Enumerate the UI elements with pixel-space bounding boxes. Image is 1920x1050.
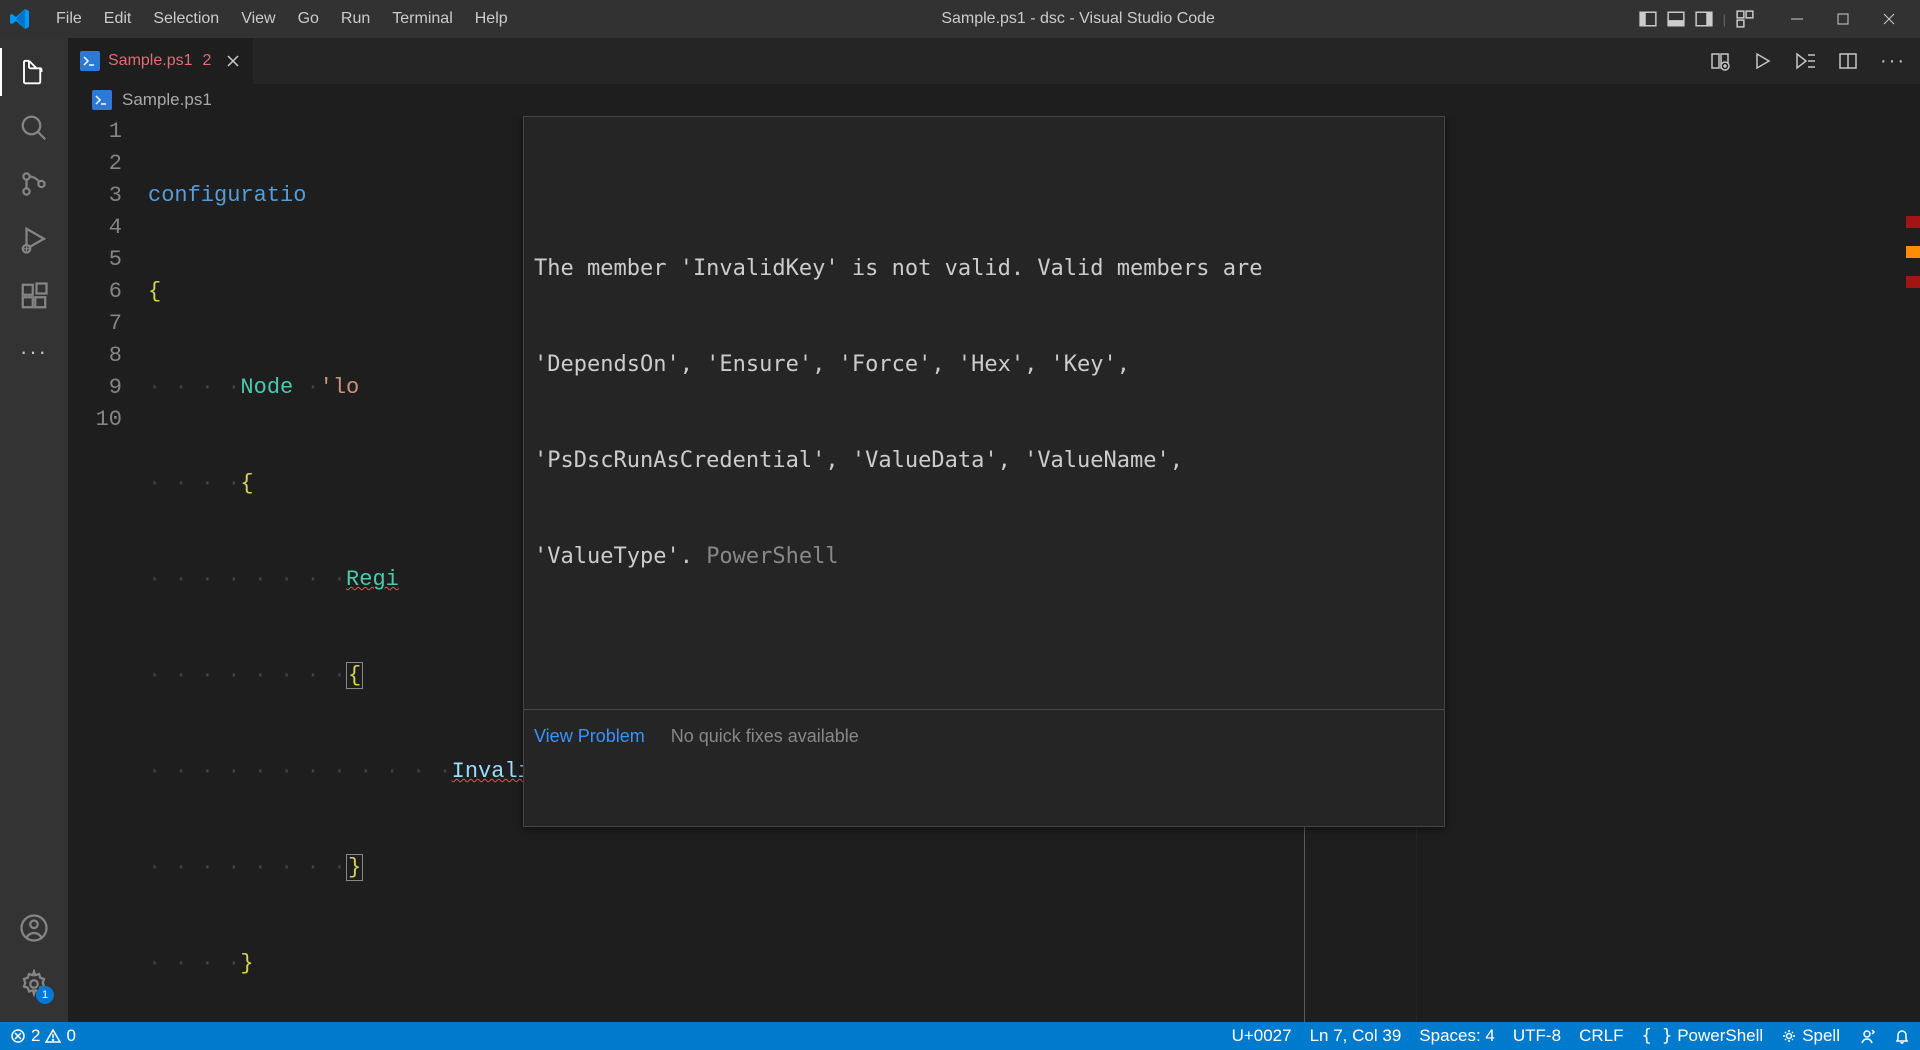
editor-area: Sample.ps1 2 ··· Sample.ps1 xyxy=(68,38,1920,1022)
code-token: { xyxy=(148,279,161,304)
window-title: Sample.ps1 - dsc - Visual Studio Code xyxy=(518,10,1639,28)
extensions-icon[interactable] xyxy=(10,272,58,320)
maximize-button[interactable] xyxy=(1820,0,1866,38)
split-editor-icon[interactable] xyxy=(1838,51,1858,71)
no-fixes-label: No quick fixes available xyxy=(671,720,859,752)
code-token: } xyxy=(346,854,363,881)
accounts-icon[interactable] xyxy=(10,904,58,952)
error-marker[interactable] xyxy=(1906,276,1920,288)
hover-widget: The member 'InvalidKey' is not valid. Va… xyxy=(523,116,1445,827)
hover-message: The member 'InvalidKey' is not valid. Va… xyxy=(524,181,1444,645)
menu-bar: File Edit Selection View Go Run Terminal… xyxy=(46,6,518,32)
spell-status[interactable]: Spell xyxy=(1781,1026,1840,1046)
tab-bar: Sample.ps1 2 ··· xyxy=(68,38,1920,84)
tab-sample-ps1[interactable]: Sample.ps1 2 xyxy=(68,38,254,84)
menu-selection[interactable]: Selection xyxy=(143,6,229,32)
powershell-file-icon xyxy=(92,90,112,110)
scrollbar[interactable] xyxy=(1906,116,1920,1022)
toggle-panel-icon[interactable] xyxy=(1667,10,1685,28)
warning-marker[interactable] xyxy=(1906,246,1920,258)
code-token: } xyxy=(240,951,253,976)
menu-view[interactable]: View xyxy=(231,6,285,32)
settings-gear-icon[interactable]: 1 xyxy=(10,960,58,1008)
breadcrumb-label: Sample.ps1 xyxy=(122,90,212,110)
code-token: 'lo xyxy=(320,375,360,400)
more-actions-icon[interactable]: ··· xyxy=(1880,50,1906,73)
menu-file[interactable]: File xyxy=(46,6,92,32)
eol-status[interactable]: CRLF xyxy=(1579,1026,1623,1046)
code-token: { xyxy=(346,662,363,689)
toggle-primary-sidebar-icon[interactable] xyxy=(1639,10,1657,28)
run-debug-icon[interactable] xyxy=(10,216,58,264)
window-controls xyxy=(1774,0,1912,38)
tab-label: Sample.ps1 xyxy=(108,52,193,70)
status-bar: 2 0 U+0027 Ln 7, Col 39 Spaces: 4 UTF-8 … xyxy=(0,1022,1920,1050)
menu-help[interactable]: Help xyxy=(465,6,518,32)
menu-run[interactable]: Run xyxy=(331,6,380,32)
toggle-secondary-sidebar-icon[interactable] xyxy=(1695,10,1713,28)
tab-close-icon[interactable] xyxy=(225,53,241,69)
code-token: { xyxy=(240,471,253,496)
codepoint-status[interactable]: U+0027 xyxy=(1232,1026,1292,1046)
hover-actions: View Problem No quick fixes available xyxy=(524,709,1444,762)
main-area: ··· 1 Sample.ps1 2 xyxy=(0,38,1920,1022)
language-status[interactable]: { } PowerShell xyxy=(1641,1026,1763,1046)
run-selection-icon[interactable] xyxy=(1794,51,1816,71)
code-token: configuratio xyxy=(148,183,306,208)
customize-layout-icon[interactable] xyxy=(1736,10,1754,28)
more-icon[interactable]: ··· xyxy=(10,328,58,376)
code-token: Node xyxy=(240,375,293,400)
vscode-logo-icon xyxy=(8,7,32,31)
feedback-icon[interactable] xyxy=(1858,1027,1876,1045)
code-token-error: Regi xyxy=(346,567,399,592)
menu-terminal[interactable]: Terminal xyxy=(382,6,462,32)
indentation-status[interactable]: Spaces: 4 xyxy=(1419,1026,1495,1046)
encoding-status[interactable]: UTF-8 xyxy=(1513,1026,1561,1046)
problems-status[interactable]: 2 0 xyxy=(10,1026,76,1046)
code-editor[interactable]: 1 2 3 4 5 6 7 8 9 10 configuratio { · · … xyxy=(68,116,1920,1022)
minimize-button[interactable] xyxy=(1774,0,1820,38)
layout-buttons: | xyxy=(1639,10,1754,28)
cursor-position-status[interactable]: Ln 7, Col 39 xyxy=(1310,1026,1402,1046)
menu-go[interactable]: Go xyxy=(288,6,329,32)
close-button[interactable] xyxy=(1866,0,1912,38)
search-icon[interactable] xyxy=(10,104,58,152)
editor-actions: ··· xyxy=(254,38,1920,84)
line-number-gutter: 1 2 3 4 5 6 7 8 9 10 xyxy=(68,116,148,1022)
view-problem-link[interactable]: View Problem xyxy=(534,720,645,752)
notifications-icon[interactable] xyxy=(1894,1028,1910,1044)
run-icon[interactable] xyxy=(1752,51,1772,71)
breadcrumb[interactable]: Sample.ps1 xyxy=(68,84,1920,116)
source-control-icon[interactable] xyxy=(10,160,58,208)
compare-icon[interactable] xyxy=(1710,51,1730,71)
powershell-file-icon xyxy=(80,51,100,71)
error-marker[interactable] xyxy=(1906,216,1920,228)
menu-edit[interactable]: Edit xyxy=(94,6,142,32)
tab-error-badge: 2 xyxy=(203,52,212,70)
code-content[interactable]: configuratio { · · · ·Node ·'lo · · · ·{… xyxy=(148,116,1920,1022)
activity-bar: ··· 1 xyxy=(0,38,68,1022)
settings-badge: 1 xyxy=(36,986,54,1004)
title-bar: File Edit Selection View Go Run Terminal… xyxy=(0,0,1920,38)
explorer-icon[interactable] xyxy=(10,48,58,96)
